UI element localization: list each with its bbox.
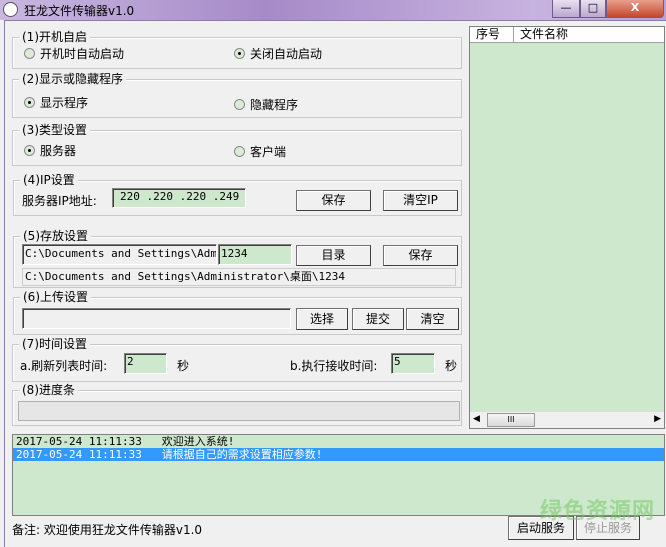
radio-icon bbox=[234, 99, 245, 110]
radio-autostart-on[interactable]: 开机时自动启动 bbox=[24, 45, 124, 62]
select-file-button[interactable]: 选择 bbox=[296, 308, 348, 330]
group-title: (8)进度条 bbox=[19, 383, 78, 397]
save-storage-button[interactable]: 保存 bbox=[383, 245, 458, 266]
log-time: 2017-05-24 11:11:33 bbox=[16, 435, 142, 448]
log-time: 2017-05-24 11:11:33 bbox=[16, 448, 142, 461]
receive-unit: 秒 bbox=[445, 359, 458, 373]
refresh-interval-input[interactable]: 2 bbox=[124, 353, 167, 374]
group-title: (1)开机自启 bbox=[19, 30, 90, 44]
clear-upload-button[interactable]: 清空 bbox=[406, 308, 459, 330]
radio-client[interactable]: 客户端 bbox=[234, 143, 286, 160]
directory-button[interactable]: 目录 bbox=[296, 245, 371, 266]
clear-ip-button[interactable]: 清空IP bbox=[383, 190, 458, 211]
file-list[interactable]: 序号 文件名称 ◀ III ▶ bbox=[469, 26, 665, 429]
log-message: 请根据自己的需求设置相应参数! bbox=[161, 448, 323, 461]
log-message: 欢迎进入系统! bbox=[161, 435, 235, 448]
folder-name-input[interactable]: 1234 bbox=[218, 244, 292, 265]
radio-icon bbox=[24, 145, 35, 156]
scroll-left-icon[interactable]: ◀ bbox=[473, 414, 480, 424]
radio-label: 服务器 bbox=[40, 144, 77, 158]
log-row-selected[interactable]: 2017-05-24 11:11:33 请根据自己的需求设置相应参数! bbox=[13, 448, 664, 461]
scroll-thumb[interactable]: III bbox=[487, 413, 535, 427]
log-row[interactable]: 2017-05-24 11:11:33 欢迎进入系统! bbox=[13, 435, 664, 448]
server-ip-label: 服务器IP地址: bbox=[22, 194, 97, 208]
radio-label: 关闭自动启动 bbox=[250, 47, 323, 61]
group-title: (4)IP设置 bbox=[20, 173, 78, 187]
group-title: (6)上传设置 bbox=[20, 290, 91, 304]
submit-button[interactable]: 提交 bbox=[352, 308, 404, 330]
window-title: 狂龙文件传输器v1.0 bbox=[24, 4, 135, 18]
list-header: 序号 文件名称 bbox=[470, 27, 664, 43]
radio-label: 隐藏程序 bbox=[250, 98, 299, 112]
server-ip-input[interactable]: 220 .220 .220 .249 bbox=[112, 188, 246, 208]
radio-server[interactable]: 服务器 bbox=[24, 142, 76, 159]
radio-autostart-off[interactable]: 关闭自动启动 bbox=[234, 45, 322, 62]
app-icon bbox=[3, 2, 18, 17]
title-bar[interactable]: 狂龙文件传输器v1.0 — □ X bbox=[0, 0, 666, 20]
radio-label: 显示程序 bbox=[40, 96, 89, 110]
radio-label: 客户端 bbox=[250, 145, 287, 159]
group-title: (3)类型设置 bbox=[19, 123, 90, 137]
minimize-button[interactable]: — bbox=[552, 0, 580, 18]
storage-path-input[interactable]: C:\Documents and Settings\Administrator\… bbox=[22, 244, 217, 265]
radio-hide-program[interactable]: 隐藏程序 bbox=[234, 96, 298, 113]
radio-icon bbox=[24, 97, 35, 108]
save-ip-button[interactable]: 保存 bbox=[296, 190, 371, 211]
radio-show-program[interactable]: 显示程序 bbox=[24, 94, 88, 111]
upload-file-input[interactable] bbox=[22, 308, 291, 329]
radio-icon bbox=[24, 48, 35, 59]
full-path-display: C:\Documents and Settings\Administrator\… bbox=[22, 268, 456, 286]
horizontal-scrollbar[interactable]: ◀ III ▶ bbox=[470, 411, 664, 428]
radio-icon bbox=[234, 48, 245, 59]
refresh-unit: 秒 bbox=[177, 359, 190, 373]
group-title: (5)存放设置 bbox=[20, 229, 91, 243]
receive-interval-input[interactable]: 5 bbox=[391, 353, 435, 374]
refresh-interval-label: a.刷新列表时间: bbox=[20, 359, 108, 373]
radio-icon bbox=[234, 146, 245, 157]
scroll-right-icon[interactable]: ▶ bbox=[654, 414, 661, 424]
group-title: (7)时间设置 bbox=[19, 337, 90, 351]
column-header-filename[interactable]: 文件名称 bbox=[514, 27, 664, 43]
watermark-logo: 绿色资源网 bbox=[540, 499, 656, 524]
close-button[interactable]: X bbox=[606, 0, 664, 18]
maximize-button[interactable]: □ bbox=[580, 0, 606, 18]
column-header-index[interactable]: 序号 bbox=[470, 27, 514, 43]
footer-note: 备注: 欢迎使用狂龙文件传输器v1.0 bbox=[12, 523, 203, 537]
radio-label: 开机时自动启动 bbox=[40, 47, 125, 61]
progress-bar bbox=[18, 401, 460, 421]
group-title: (2)显示或隐藏程序 bbox=[19, 72, 126, 86]
receive-interval-label: b.执行接收时间: bbox=[290, 359, 378, 373]
